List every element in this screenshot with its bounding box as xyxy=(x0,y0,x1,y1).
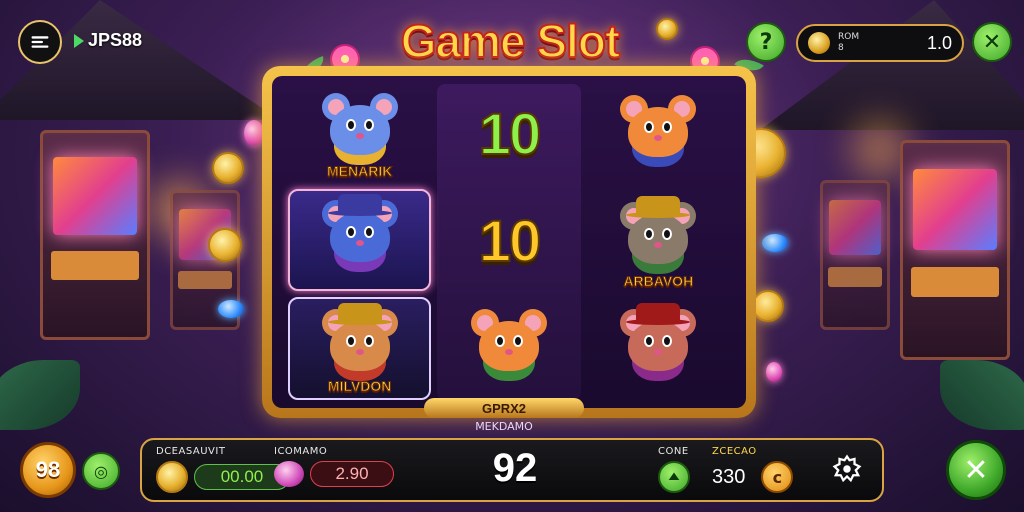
bet-row: 2.90 xyxy=(274,461,394,487)
info-value: 1.0 xyxy=(926,32,952,53)
reel-symbol xyxy=(587,84,730,185)
info-label: ROM xyxy=(838,32,860,42)
symbol-label: ARBAVOH xyxy=(623,272,694,289)
frame-subtitle: MEKDAMO xyxy=(475,420,533,433)
mouse-character-icon xyxy=(618,303,698,379)
autoplay-button[interactable]: ◎ xyxy=(82,452,120,490)
balance-group: DCEASAUVIT 00.00 xyxy=(156,446,290,493)
gem-decoration xyxy=(762,234,788,252)
close-icon: ✕ xyxy=(982,29,1002,55)
mouse-character-icon xyxy=(320,194,400,270)
close-button[interactable]: ✕ xyxy=(972,22,1012,62)
coin-icon xyxy=(808,32,830,54)
help-button[interactable]: ? xyxy=(746,22,786,62)
gem-decoration xyxy=(244,120,264,146)
reel-symbol: 10 xyxy=(437,84,580,185)
info-labels: ROM 8 xyxy=(838,32,859,54)
spin-arrow-button[interactable] xyxy=(658,461,690,493)
brand-label: JPS88 xyxy=(88,30,143,50)
info-label: 8 xyxy=(838,43,844,53)
win-label: ZCECAO xyxy=(712,446,757,457)
number-symbol: 10 xyxy=(478,208,542,275)
game-title: Game Slot xyxy=(400,14,622,68)
spin-count: 92 xyxy=(492,446,538,490)
help-icon: ? xyxy=(759,29,773,55)
reel-2: 10 10 xyxy=(437,84,581,400)
bet-amount-button[interactable]: 98 xyxy=(20,442,76,498)
mouse-character-icon xyxy=(618,94,698,165)
settings-button[interactable] xyxy=(830,452,864,486)
info-bar: ROM 8 1.0 xyxy=(796,24,964,62)
plant xyxy=(0,360,80,430)
coin-icon xyxy=(156,461,188,493)
symbol-label: MILVDON xyxy=(327,378,392,395)
arcade-machine xyxy=(820,180,890,330)
arcade-machine xyxy=(900,140,1010,360)
plant xyxy=(940,360,1024,430)
mouse-character-icon xyxy=(469,309,549,379)
balance-row: 00.00 xyxy=(156,461,290,493)
reel-symbol xyxy=(288,188,432,292)
reel-symbol xyxy=(587,299,730,400)
coin-decoration xyxy=(212,152,244,184)
cone-label: CONE xyxy=(658,446,689,457)
play-icon xyxy=(74,33,84,48)
balance-label: DCEASAUVIT xyxy=(156,446,226,457)
bet-label: ICOMAMO xyxy=(274,446,328,457)
number-symbol: 10 xyxy=(478,101,542,168)
win-row: 330 c xyxy=(712,461,794,493)
reel-1: MENARIK MILVDON xyxy=(288,84,432,401)
bet-amount-label: 98 xyxy=(35,457,61,482)
gear-icon xyxy=(832,454,862,483)
reel-symbol: MENARIK xyxy=(288,84,431,183)
gem-icon xyxy=(274,461,304,487)
autoplay-icon: ◎ xyxy=(94,461,108,481)
coin-decoration xyxy=(752,290,784,322)
bet-value: 2.90 xyxy=(310,461,394,487)
bet-group: ICOMAMO 2.90 xyxy=(274,446,394,487)
coin-button[interactable]: c xyxy=(761,461,794,493)
symbol-label: MENARIK xyxy=(326,162,393,179)
arcade-machine xyxy=(40,130,150,340)
slot-frame: MENARIK MILVDON 10 10 ARBAVOH xyxy=(262,66,756,418)
coin-decoration xyxy=(656,18,678,40)
menu-button[interactable] xyxy=(18,20,62,64)
gem-decoration xyxy=(766,362,782,382)
gem-decoration xyxy=(218,300,244,318)
frame-banner-text: GPRX2 xyxy=(481,400,527,416)
menu-icon xyxy=(31,36,49,48)
reel-symbol: ARBAVOH xyxy=(587,191,730,292)
arrow-icon xyxy=(668,472,680,480)
mouse-character-icon xyxy=(320,302,400,379)
spin-button[interactable]: ✕ xyxy=(946,440,1006,500)
hut-roof-right xyxy=(760,0,1024,130)
coin-decoration xyxy=(208,228,242,262)
reel-3: ARBAVOH xyxy=(587,84,730,400)
close-icon: ✕ xyxy=(963,452,989,488)
win-value: 330 xyxy=(712,465,746,488)
cone-group: CONE xyxy=(658,446,690,493)
brand[interactable]: JPS88 xyxy=(74,30,142,51)
coin-icon: c xyxy=(772,467,783,487)
reel-symbol xyxy=(437,299,580,400)
mouse-character-icon xyxy=(320,93,400,163)
frame-banner: GPRX2 xyxy=(424,398,584,418)
reel-symbol: 10 xyxy=(437,191,580,292)
win-group: ZCECAO 330 c xyxy=(712,446,794,493)
mouse-character-icon xyxy=(618,195,698,272)
reels-area: MENARIK MILVDON 10 10 ARBAVOH xyxy=(272,76,746,408)
reel-symbol: MILVDON xyxy=(288,297,432,401)
